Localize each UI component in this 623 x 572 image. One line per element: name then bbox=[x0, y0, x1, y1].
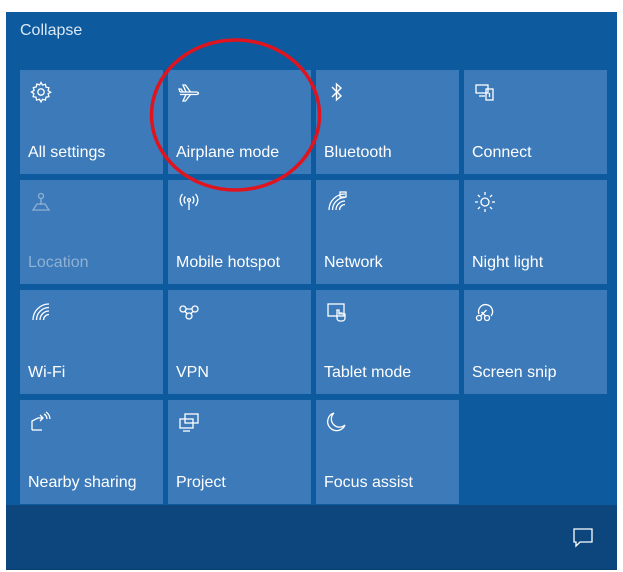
tile-airplane-mode[interactable]: Airplane mode bbox=[168, 70, 311, 174]
bluetooth-icon bbox=[325, 80, 349, 104]
nearby-sharing-icon bbox=[29, 410, 53, 434]
project-icon bbox=[177, 410, 201, 434]
tile-label: Tablet mode bbox=[324, 364, 412, 381]
tile-connect[interactable]: Connect bbox=[464, 70, 607, 174]
vpn-icon bbox=[177, 300, 201, 324]
notifications-icon bbox=[571, 525, 595, 554]
notifications-button[interactable] bbox=[561, 519, 605, 559]
airplane-icon bbox=[177, 80, 201, 104]
moon-icon bbox=[325, 410, 349, 434]
tile-focus-assist[interactable]: Focus assist bbox=[316, 400, 459, 504]
network-icon bbox=[325, 190, 349, 214]
tile-label: Bluetooth bbox=[324, 144, 392, 161]
tile-tablet-mode[interactable]: Tablet mode bbox=[316, 290, 459, 394]
tile-all-settings[interactable]: All settings bbox=[20, 70, 163, 174]
tile-project[interactable]: Project bbox=[168, 400, 311, 504]
tile-label: Airplane mode bbox=[176, 144, 280, 161]
connect-icon bbox=[473, 80, 497, 104]
tile-label: Nearby sharing bbox=[28, 474, 137, 491]
tile-label: Location bbox=[28, 254, 89, 271]
tile-label: VPN bbox=[176, 364, 209, 381]
tile-label: Screen snip bbox=[472, 364, 557, 381]
tile-label: Night light bbox=[472, 254, 544, 271]
action-center-panel: Collapse All settings Airplane mode Blue… bbox=[6, 12, 617, 570]
tile-bluetooth[interactable]: Bluetooth bbox=[316, 70, 459, 174]
tile-location[interactable]: Location bbox=[20, 180, 163, 284]
quick-actions-grid: All settings Airplane mode Bluetooth Con… bbox=[20, 70, 607, 504]
tile-mobile-hotspot[interactable]: Mobile hotspot bbox=[168, 180, 311, 284]
tablet-mode-icon bbox=[325, 300, 349, 324]
tile-label: Network bbox=[324, 254, 383, 271]
tile-label: All settings bbox=[28, 144, 106, 161]
tile-screen-snip[interactable]: Screen snip bbox=[464, 290, 607, 394]
collapse-link[interactable]: Collapse bbox=[20, 22, 82, 40]
tile-label: Mobile hotspot bbox=[176, 254, 281, 271]
tile-night-light[interactable]: Night light bbox=[464, 180, 607, 284]
hotspot-icon bbox=[177, 190, 201, 214]
tile-label: Focus assist bbox=[324, 474, 413, 491]
tile-label: Connect bbox=[472, 144, 532, 161]
gear-icon bbox=[29, 80, 53, 104]
tile-network[interactable]: Network bbox=[316, 180, 459, 284]
tile-nearby-sharing[interactable]: Nearby sharing bbox=[20, 400, 163, 504]
screen-snip-icon bbox=[473, 300, 497, 324]
tile-label: Project bbox=[176, 474, 226, 491]
location-icon bbox=[29, 190, 53, 214]
sun-icon bbox=[473, 190, 497, 214]
tile-wifi[interactable]: Wi-Fi bbox=[20, 290, 163, 394]
tile-vpn[interactable]: VPN bbox=[168, 290, 311, 394]
wifi-icon bbox=[29, 300, 53, 324]
notifications-bar bbox=[6, 505, 617, 569]
tile-label: Wi-Fi bbox=[28, 364, 66, 381]
